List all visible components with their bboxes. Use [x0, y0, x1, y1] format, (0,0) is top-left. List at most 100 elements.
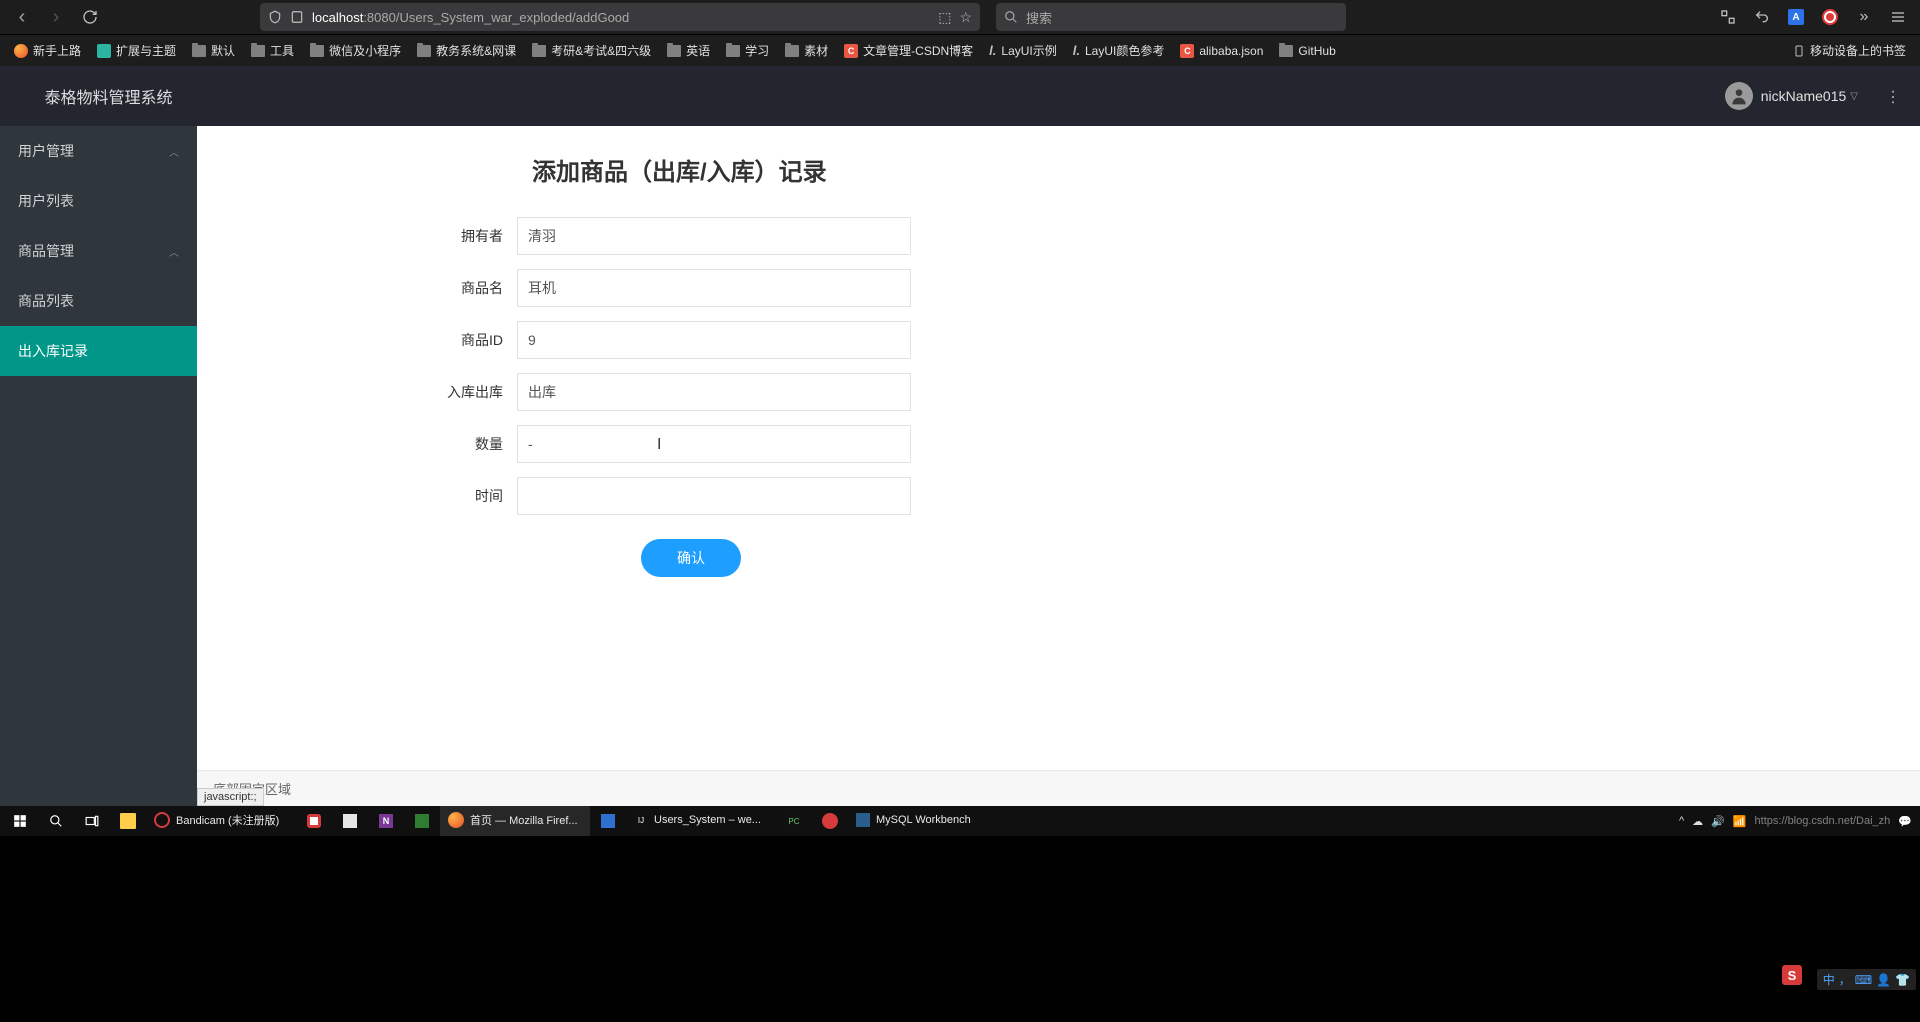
extension-icon: [97, 44, 111, 58]
submit-button[interactable]: 确认: [641, 539, 741, 577]
app-icon: [343, 814, 357, 828]
bookmark-item[interactable]: 学习: [720, 38, 775, 63]
taskview-button[interactable]: [74, 806, 110, 836]
input-goodid[interactable]: [517, 321, 911, 359]
browser-search[interactable]: 搜索: [996, 3, 1346, 31]
taskbar-app[interactable]: [296, 806, 332, 836]
sidebar-item-goodslist[interactable]: 商品列表: [0, 276, 197, 326]
screenshot-icon[interactable]: [1714, 3, 1742, 31]
bookmark-overflow[interactable]: 移动设备上的书签: [1787, 38, 1912, 63]
hamburger-menu-icon[interactable]: [1884, 3, 1912, 31]
input-inout[interactable]: [517, 373, 911, 411]
label-time: 时间: [197, 486, 517, 506]
firefox-icon: [448, 812, 464, 828]
sidebar-group-goods[interactable]: 商品管理 ︿: [0, 226, 197, 276]
taskbar-app-intellij[interactable]: IJUsers_System – we...: [626, 806, 776, 836]
input-time[interactable]: [517, 477, 911, 515]
taskbar-app[interactable]: Bandicam (未注册版): [146, 806, 296, 836]
text-cursor-icon: I: [657, 436, 661, 454]
netease-icon[interactable]: [1816, 3, 1844, 31]
sidebar-item-label: 出入库记录: [18, 341, 88, 361]
taskbar-app-firefox[interactable]: 首页 — Mozilla Firef...: [440, 806, 590, 836]
qr-icon[interactable]: ⬚: [938, 9, 951, 26]
folder-icon: [417, 45, 431, 57]
search-icon: [1004, 10, 1018, 24]
chevron-down-icon[interactable]: ▽: [1850, 91, 1858, 102]
folder-icon: [667, 45, 681, 57]
folder-icon: [1279, 45, 1293, 57]
system-tray[interactable]: ^ ☁ 🔊 📶 https://blog.csdn.net/Dai_zh 💬: [1673, 815, 1918, 828]
taskbar-app[interactable]: [332, 806, 368, 836]
bookmark-item[interactable]: 扩展与主题: [91, 38, 182, 63]
bookmark-item[interactable]: 考研&考试&四六级: [526, 38, 657, 63]
username[interactable]: nickName015: [1761, 88, 1847, 104]
translate-icon[interactable]: A: [1782, 3, 1810, 31]
notification-icon[interactable]: 💬: [1898, 815, 1912, 828]
input-owner[interactable]: [517, 217, 911, 255]
overflow-icon[interactable]: »: [1850, 3, 1878, 31]
start-button[interactable]: [2, 806, 38, 836]
bookmark-item[interactable]: 工具: [245, 38, 300, 63]
taskbar-app[interactable]: [404, 806, 440, 836]
keyboard-icon[interactable]: ⌨: [1855, 973, 1872, 987]
form-row-inout: 入库出库: [197, 373, 1920, 411]
bookmark-item[interactable]: 英语: [661, 38, 716, 63]
url-bar[interactable]: localhost:8080/Users_System_war_exploded…: [260, 3, 980, 31]
undo-icon[interactable]: [1748, 3, 1776, 31]
taskbar-app[interactable]: PC: [776, 806, 812, 836]
chevron-up-icon: ︿: [169, 244, 179, 259]
taskbar-app[interactable]: N: [368, 806, 404, 836]
bookmark-item[interactable]: 素材: [779, 38, 834, 63]
bookmark-item[interactable]: C文章管理-CSDN博客: [838, 38, 979, 63]
reload-button[interactable]: [76, 3, 104, 31]
ime-badge[interactable]: S: [1774, 960, 1810, 990]
sidebar-item-inout[interactable]: 出入库记录: [0, 326, 197, 376]
vscode-icon: [601, 814, 615, 828]
bookmark-item[interactable]: 新手上路: [8, 38, 87, 63]
shield-icon: [268, 10, 282, 24]
onedrive-icon[interactable]: ☁: [1692, 815, 1703, 828]
mobile-icon: [1793, 44, 1805, 58]
label-qty: 数量: [197, 434, 517, 454]
csdn-icon: C: [844, 44, 858, 58]
sidebar-item-userlist[interactable]: 用户列表: [0, 176, 197, 226]
search-button[interactable]: [38, 806, 74, 836]
bookmark-item[interactable]: l.LayUI示例: [983, 38, 1063, 63]
layui-icon: l.: [989, 43, 996, 58]
explorer-icon[interactable]: [110, 806, 146, 836]
volume-icon[interactable]: 🔊: [1711, 815, 1725, 828]
bookmark-item[interactable]: l.LayUI颜色参考: [1067, 38, 1171, 63]
taskbar-app[interactable]: [590, 806, 626, 836]
form-row-owner: 拥有者: [197, 217, 1920, 255]
wifi-icon[interactable]: 📶: [1733, 815, 1747, 828]
more-icon[interactable]: ⋯: [1883, 89, 1903, 103]
forward-button[interactable]: [42, 3, 70, 31]
bookmark-item[interactable]: 教务系统&网课: [411, 38, 522, 63]
bookmark-item[interactable]: 微信及小程序: [304, 38, 407, 63]
ime-toolbar[interactable]: 中 ， ⌨ 👤 👕: [1817, 969, 1916, 990]
app-icon: [307, 814, 321, 828]
bookmark-item[interactable]: Calibaba.json: [1174, 40, 1269, 62]
taskbar-app[interactable]: [812, 806, 848, 836]
bookmark-star-icon[interactable]: ☆: [959, 9, 972, 26]
avatar[interactable]: [1725, 82, 1753, 110]
app-title: 泰格物料管理系统: [20, 84, 197, 108]
back-button[interactable]: [8, 3, 36, 31]
bookmark-item[interactable]: 默认: [186, 38, 241, 63]
folder-icon: [192, 45, 206, 57]
csdn-icon: C: [1180, 44, 1194, 58]
input-qty[interactable]: [517, 425, 911, 463]
sidebar-group-user[interactable]: 用户管理 ︿: [0, 126, 197, 176]
person-icon[interactable]: 👤: [1876, 973, 1891, 987]
input-name[interactable]: [517, 269, 911, 307]
app-header: 泰格物料管理系统 nickName015 ▽ ⋯: [0, 66, 1920, 126]
label-name: 商品名: [197, 278, 517, 298]
label-inout: 入库出库: [197, 382, 517, 402]
shirt-icon[interactable]: 👕: [1895, 973, 1910, 987]
sidebar: 用户管理 ︿ 用户列表 商品管理 ︿ 商品列表 出入库记录: [0, 66, 197, 806]
bookmark-item[interactable]: GitHub: [1273, 40, 1341, 62]
tray-chevron-icon[interactable]: ^: [1679, 815, 1684, 827]
folder-icon: [726, 45, 740, 57]
bandicam-icon: [154, 812, 170, 828]
taskbar-app-mysql[interactable]: MySQL Workbench: [848, 806, 998, 836]
